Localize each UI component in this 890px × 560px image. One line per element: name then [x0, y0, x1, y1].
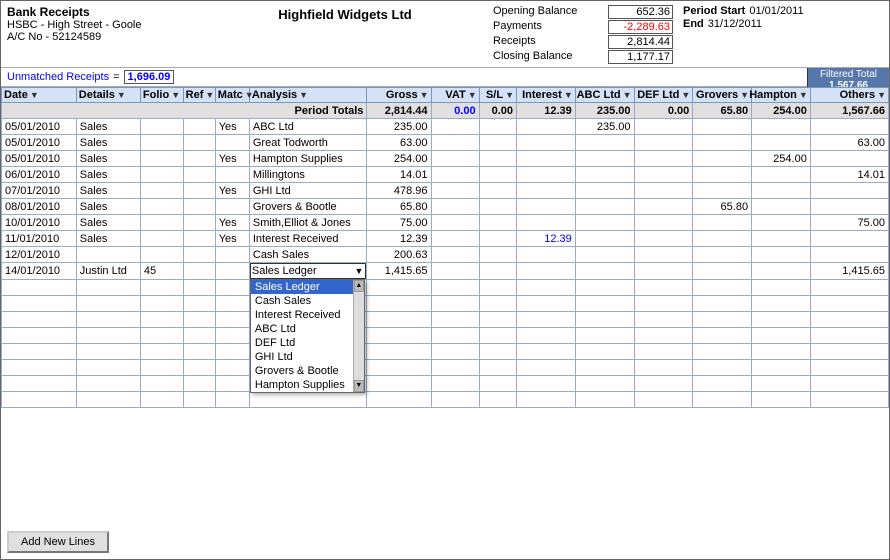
col-abc[interactable]: ABC Ltd▼	[575, 88, 634, 103]
period-totals-others: 1,567.66	[810, 103, 888, 119]
col-hampton[interactable]: Hampton▼	[752, 88, 811, 103]
payments-value: -2,289.63	[608, 20, 673, 34]
table-row: 08/01/2010SalesGrovers & Bootle65.8065.8…	[2, 199, 889, 215]
empty-row	[2, 296, 889, 312]
period-start-value: 01/01/2011	[749, 5, 803, 17]
period-totals-def: 0.00	[634, 103, 693, 119]
closing-balance-label: Closing Balance	[493, 50, 608, 64]
col-vat[interactable]: VAT▼	[431, 88, 479, 103]
period-totals-vat: 0.00	[431, 103, 479, 119]
empty-row	[2, 360, 889, 376]
add-new-lines-button[interactable]: Add New Lines	[7, 531, 109, 553]
table-row: 11/01/2010SalesYesInterest Received12.39…	[2, 231, 889, 247]
dropdown-option[interactable]: Hampton Supplies	[251, 378, 353, 392]
dropdown-option[interactable]: Grovers & Bootle	[251, 364, 353, 378]
empty-row	[2, 312, 889, 328]
table-row: 05/01/2010SalesGreat Todworth63.0063.00	[2, 135, 889, 151]
period-totals-abc: 235.00	[575, 103, 634, 119]
receipts-label: Receipts	[493, 35, 608, 49]
col-sl[interactable]: S/L▼	[479, 88, 516, 103]
unmatched-value: 1,696.09	[124, 70, 175, 84]
table-row: 05/01/2010SalesYesHampton Supplies254.00…	[2, 151, 889, 167]
table-row: 14/01/2010Justin Ltd45Sales Ledger▼Sales…	[2, 263, 889, 280]
dropdown-option[interactable]: ABC Ltd	[251, 322, 353, 336]
table-row: 06/01/2010SalesMillingtons14.0114.01	[2, 167, 889, 183]
empty-row	[2, 392, 889, 408]
period-end-value: 31/12/2011	[708, 18, 762, 30]
opening-balance-value: 652.36	[608, 5, 673, 19]
col-interest[interactable]: Interest▼	[517, 88, 576, 103]
dropdown-option[interactable]: Sales Ledger	[251, 280, 353, 294]
period-totals-interest: 12.39	[517, 103, 576, 119]
empty-row	[2, 344, 889, 360]
filtered-total-label: Filtered Total	[811, 69, 886, 80]
bank-receipts-title: Bank Receipts	[7, 5, 197, 19]
table-row: 10/01/2010SalesYesSmith,Elliot & Jones75…	[2, 215, 889, 231]
col-gross[interactable]: Gross▼	[367, 88, 431, 103]
unmatched-label: Unmatched Receipts	[7, 71, 109, 83]
dropdown-option[interactable]: GHI Ltd	[251, 350, 353, 364]
analysis-select[interactable]: Sales Ledger▼	[250, 263, 367, 279]
period-totals-hampton: 254.00	[752, 103, 811, 119]
period-totals-label: Period Totals	[2, 103, 367, 119]
table-row: 12/01/2010Cash Sales200.63	[2, 247, 889, 263]
col-folio[interactable]: Folio▼	[140, 88, 183, 103]
ac-no: A/C No - 52124589	[7, 31, 197, 43]
col-ref[interactable]: Ref▼	[183, 88, 215, 103]
empty-row	[2, 376, 889, 392]
table-row: 07/01/2010SalesYesGHI Ltd478.96	[2, 183, 889, 199]
dropdown-option[interactable]: DEF Ltd	[251, 336, 353, 350]
receipts-value: 2,814.44	[608, 35, 673, 49]
analysis-dropdown-cell[interactable]: Sales Ledger▼Sales LedgerCash SalesInter…	[249, 263, 367, 280]
col-others[interactable]: Others▼	[810, 88, 888, 103]
scrollbar-up[interactable]: ▲	[354, 280, 364, 292]
dropdown-option[interactable]: Cash Sales	[251, 294, 353, 308]
opening-balance-label: Opening Balance	[493, 5, 608, 19]
col-matched[interactable]: Matc▼	[215, 88, 249, 103]
payments-label: Payments	[493, 20, 608, 34]
dropdown-option[interactable]: Interest Received	[251, 308, 353, 322]
col-analysis[interactable]: Analysis▼	[249, 88, 367, 103]
scrollbar-down[interactable]: ▼	[354, 380, 364, 392]
period-start-label: Period Start	[683, 5, 745, 17]
closing-balance-value: 1,177.17	[608, 50, 673, 64]
company-name: Highfield Widgets Ltd	[197, 7, 493, 22]
empty-row	[2, 328, 889, 344]
empty-row	[2, 280, 889, 296]
col-grovers[interactable]: Grovers▼	[693, 88, 752, 103]
period-totals-sl: 0.00	[479, 103, 516, 119]
period-totals-grovers: 65.80	[693, 103, 752, 119]
bank-name: HSBC - High Street - Goole	[7, 19, 197, 31]
analysis-dropdown-popup: Sales LedgerCash SalesInterest ReceivedA…	[250, 279, 365, 393]
period-totals-gross: 2,814.44	[367, 103, 431, 119]
period-end-label: End	[683, 18, 704, 30]
col-def[interactable]: DEF Ltd▼	[634, 88, 693, 103]
col-date[interactable]: Date▼	[2, 88, 77, 103]
table-row: 05/01/2010SalesYesABC Ltd235.00235.00	[2, 119, 889, 135]
col-details[interactable]: Details▼	[76, 88, 140, 103]
